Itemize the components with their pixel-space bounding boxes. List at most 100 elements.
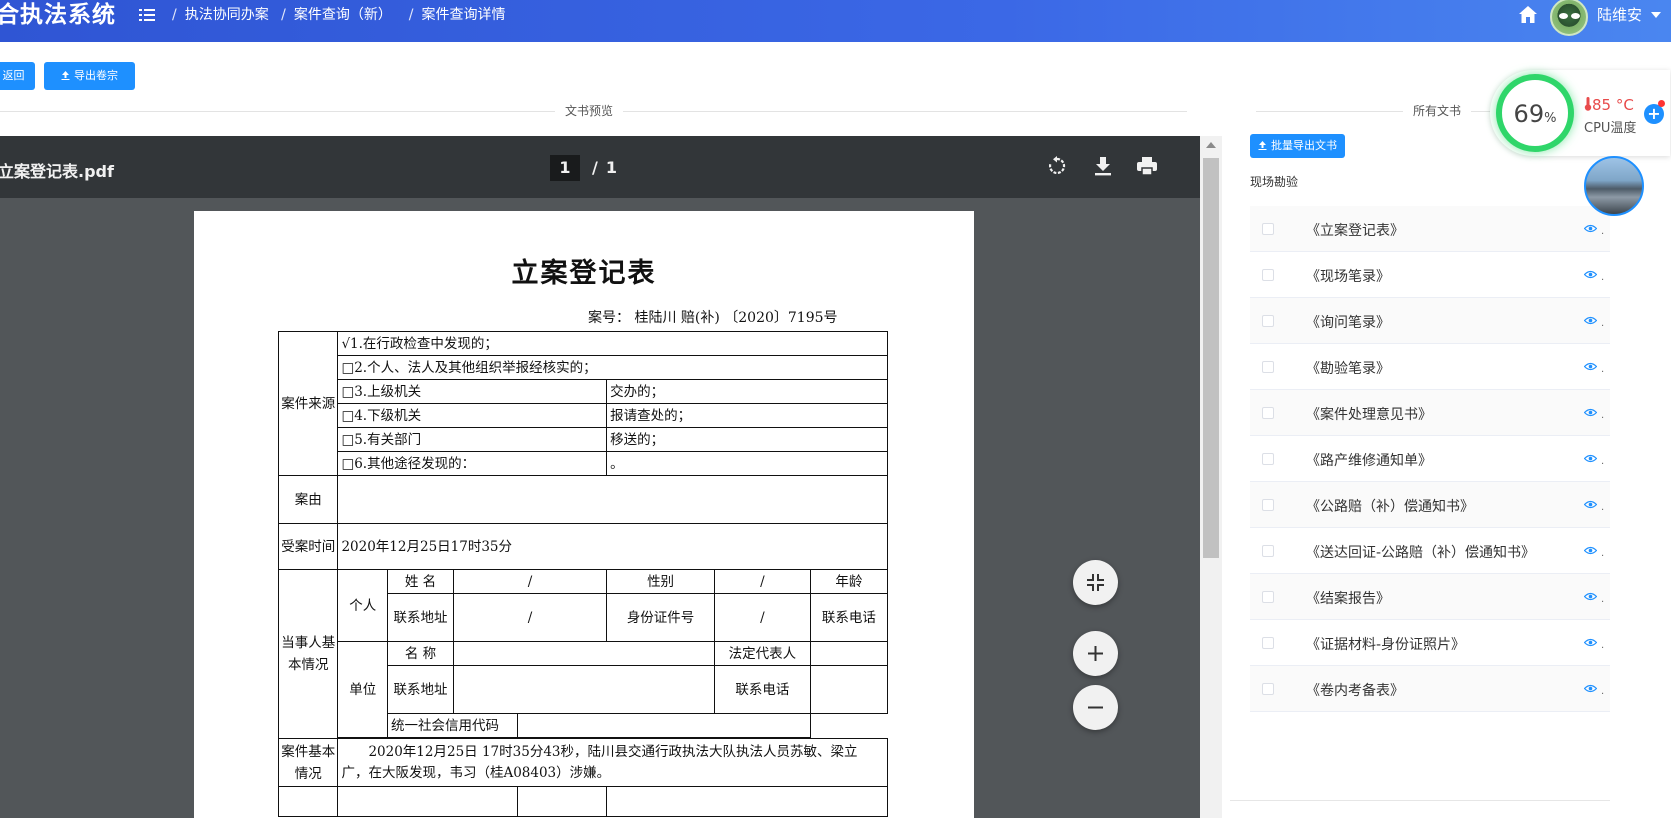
- source-option-4: □4.下级机关: [337, 403, 608, 428]
- car-thumbnail[interactable]: [1584, 156, 1644, 216]
- document-checkbox[interactable]: [1262, 361, 1274, 373]
- cpu-temperature-label: CPU温度: [1584, 121, 1637, 136]
- eye-icon[interactable]: [1584, 454, 1597, 463]
- document-checkbox[interactable]: [1262, 683, 1274, 695]
- more-indicator: .: [1601, 410, 1605, 421]
- address-value: /: [453, 593, 608, 642]
- scrollbar-thumb[interactable]: [1203, 158, 1219, 558]
- back-button[interactable]: 返回: [0, 62, 35, 90]
- summary-label: 案件基本情况: [277, 738, 339, 787]
- document-title: 立案登记表: [511, 258, 657, 289]
- notification-dot: [1658, 100, 1665, 107]
- menu-icon[interactable]: [139, 8, 155, 22]
- source-label: 案件来源: [277, 331, 339, 476]
- eye-icon[interactable]: [1584, 270, 1597, 279]
- reason-value: [337, 475, 888, 524]
- fit-page-button[interactable]: [1073, 560, 1118, 605]
- document-checkbox[interactable]: [1262, 453, 1274, 465]
- age-label: 年龄: [809, 569, 889, 594]
- pdf-file-name: 立案登记表.pdf: [0, 162, 114, 181]
- registration-form-table: 案件来源 √1.在行政检查中发现的； □2.个人、法人及其他组织举报经核实的； …: [277, 331, 889, 817]
- source-suffix-5: 移送的；: [606, 427, 888, 452]
- breadcrumb-item-collab[interactable]: 执法协同办案: [185, 7, 269, 23]
- list-item[interactable]: 《路产维修通知单》.: [1250, 436, 1610, 482]
- document-checkbox[interactable]: [1262, 637, 1274, 649]
- summary-value: 2020年12月25日 17时35分43秒，陆川县交通行政执法大队执法人员苏敏、…: [337, 738, 888, 787]
- document-checkbox[interactable]: [1262, 545, 1274, 557]
- gender-value: /: [714, 569, 811, 594]
- name-value: /: [453, 569, 608, 594]
- phone-label: 联系电话: [809, 593, 889, 642]
- export-dossier-button[interactable]: 导出卷宗: [44, 62, 135, 90]
- zoom-in-button[interactable]: [1073, 631, 1118, 676]
- eye-icon[interactable]: [1584, 592, 1597, 601]
- unit-address-value: [453, 665, 716, 714]
- eye-icon[interactable]: [1584, 546, 1597, 555]
- document-checkbox[interactable]: [1262, 269, 1274, 281]
- list-item[interactable]: 《立案登记表》.: [1250, 206, 1610, 252]
- name-label: 姓 名: [386, 569, 455, 594]
- gender-label: 性别: [606, 569, 716, 594]
- document-name[interactable]: 《立案登记表》: [1306, 220, 1404, 240]
- list-item[interactable]: 《现场笔录》.: [1250, 252, 1610, 298]
- batch-export-button[interactable]: 批量导出文书: [1250, 134, 1345, 158]
- document-name[interactable]: 《路产维修通知单》: [1306, 450, 1432, 470]
- document-name[interactable]: 《案件处理意见书》: [1306, 404, 1432, 424]
- document-name[interactable]: 《证据材料-身份证照片》: [1306, 634, 1465, 654]
- breadcrumb-item-case-query[interactable]: 案件查询（新）: [294, 7, 392, 23]
- eye-icon[interactable]: [1584, 684, 1597, 693]
- document-checkbox[interactable]: [1262, 591, 1274, 603]
- eye-icon[interactable]: [1584, 408, 1597, 417]
- download-icon[interactable]: [1092, 155, 1114, 177]
- eye-icon[interactable]: [1584, 316, 1597, 325]
- scroll-up-arrow[interactable]: [1206, 142, 1216, 148]
- id-label: 身份证件号: [606, 593, 716, 642]
- eye-icon[interactable]: [1584, 224, 1597, 233]
- eye-icon[interactable]: [1584, 362, 1597, 371]
- document-checkbox[interactable]: [1262, 499, 1274, 511]
- list-item[interactable]: 《结案报告》.: [1250, 574, 1610, 620]
- source-option-3: □3.上级机关: [337, 379, 608, 404]
- source-option-6: □6.其他途径发现的：: [337, 451, 608, 476]
- unit-phone-value: [809, 665, 889, 714]
- list-item[interactable]: 《询问笔录》.: [1250, 298, 1610, 344]
- preview-scrollbar[interactable]: [1200, 136, 1222, 818]
- accept-time-value: 2020年12月25日17时35分: [337, 523, 888, 570]
- print-icon[interactable]: [1136, 155, 1158, 177]
- page-number-input[interactable]: 1: [550, 155, 580, 181]
- source-suffix-4: 报请查处的；: [606, 403, 888, 428]
- list-item[interactable]: 《证据材料-身份证照片》.: [1250, 620, 1610, 666]
- rotate-icon[interactable]: [1046, 155, 1068, 177]
- thermometer-icon: [1584, 97, 1592, 111]
- unit-name-value: [453, 641, 716, 666]
- pdf-toolbar: 立案登记表.pdf 1 / 1: [0, 136, 1200, 198]
- document-name[interactable]: 《询问笔录》: [1306, 312, 1390, 332]
- breadcrumb-item-detail: 案件查询详情: [421, 7, 506, 23]
- cpu-widget[interactable]: 69% 85 °C CPU温度 +: [1490, 70, 1670, 156]
- plus-icon[interactable]: +: [1644, 104, 1664, 124]
- document-name[interactable]: 《结案报告》: [1306, 588, 1390, 608]
- document-name[interactable]: 《勘验笔录》: [1306, 358, 1390, 378]
- zoom-out-button[interactable]: [1073, 685, 1118, 730]
- list-item[interactable]: 《送达回证-公路赔（补）偿通知书》.: [1250, 528, 1610, 574]
- list-item[interactable]: 《勘验笔录》.: [1250, 344, 1610, 390]
- more-indicator: .: [1601, 318, 1605, 329]
- list-item[interactable]: 《案件处理意见书》.: [1250, 390, 1610, 436]
- list-item[interactable]: 《卷内考备表》.: [1250, 666, 1610, 712]
- document-checkbox[interactable]: [1262, 223, 1274, 235]
- document-checkbox[interactable]: [1262, 407, 1274, 419]
- more-indicator: .: [1601, 594, 1605, 605]
- document-name[interactable]: 《卷内考备表》: [1306, 680, 1404, 700]
- document-checkbox[interactable]: [1262, 315, 1274, 327]
- more-indicator: .: [1601, 272, 1605, 283]
- more-indicator: .: [1601, 456, 1605, 467]
- document-name[interactable]: 《现场笔录》: [1306, 266, 1390, 286]
- eye-icon[interactable]: [1584, 500, 1597, 509]
- eye-icon[interactable]: [1584, 638, 1597, 647]
- list-item[interactable]: 《公路赔（补）偿通知书》.: [1250, 482, 1610, 528]
- document-list: 《立案登记表》. 《现场笔录》. 《询问笔录》. 《勘验笔录》. 《案件处理意见书》. 《…: [1250, 206, 1610, 712]
- panel-bottom-line: [1230, 800, 1610, 801]
- document-name[interactable]: 《公路赔（补）偿通知书》: [1306, 496, 1474, 516]
- document-name[interactable]: 《送达回证-公路赔（补）偿通知书》: [1306, 542, 1535, 562]
- unit-label: 单位: [337, 641, 388, 738]
